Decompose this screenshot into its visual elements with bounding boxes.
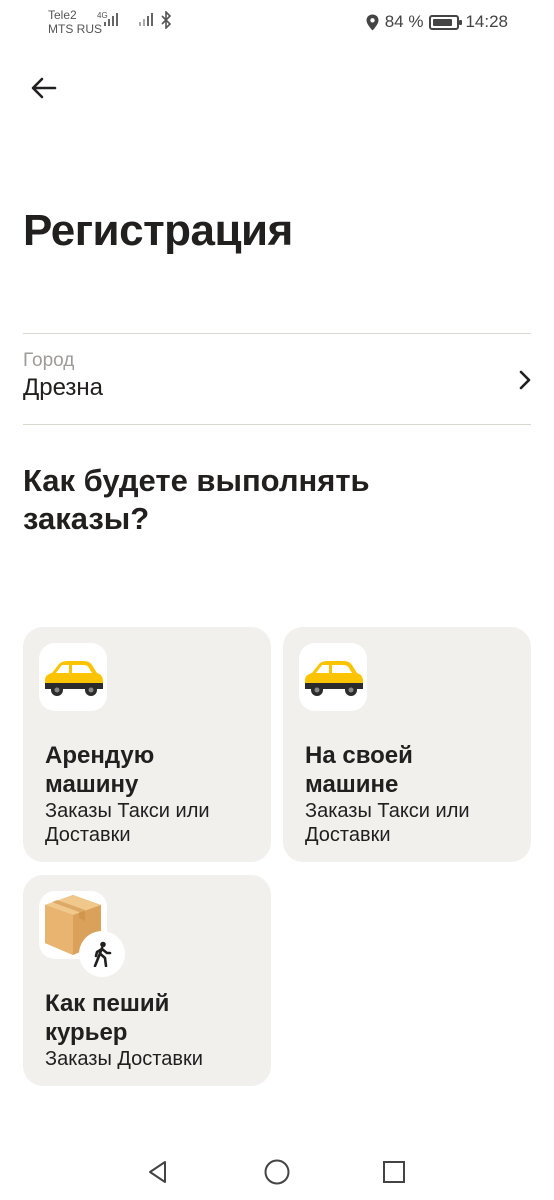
registration-screen: Tele2 MTS RUS 4G 84 % 14:28 Регистрация … [0, 0, 554, 1200]
option-card-foot-courier[interactable]: Как пеший курьер Заказы Доставки [23, 875, 271, 1086]
taxi-car-icon [39, 643, 107, 711]
carrier-2: MTS RUS [48, 22, 102, 36]
option-title: Арендую машину [45, 742, 155, 798]
back-triangle-icon[interactable] [140, 1154, 176, 1190]
divider [23, 333, 531, 334]
status-right: 84 % 14:28 [366, 12, 508, 32]
option-subtitle: Заказы Такси или Доставки [305, 800, 470, 846]
back-button[interactable] [22, 66, 66, 110]
city-label: Город [23, 350, 75, 371]
option-card-own-car[interactable]: На своей машине Заказы Такси или Доставк… [283, 627, 531, 862]
city-selector[interactable]: Город Дрезна [23, 336, 531, 424]
signal-icon [104, 13, 118, 26]
taxi-car-icon [299, 643, 367, 711]
battery-percent: 84 % [384, 12, 424, 31]
carrier-names: Tele2 MTS RUS [48, 8, 102, 36]
option-subtitle: Заказы Такси или Доставки [45, 800, 210, 846]
location-icon [366, 14, 379, 30]
status-time: 14:28 [465, 12, 508, 31]
option-card-rent-car[interactable]: Арендую машину Заказы Такси или Доставки [23, 627, 271, 862]
carrier-1: Tele2 [48, 8, 77, 22]
home-circle-icon[interactable] [259, 1154, 295, 1190]
option-title: На своей машине [305, 742, 413, 798]
divider [23, 424, 531, 425]
signal-icon [139, 13, 153, 26]
chevron-right-icon [519, 370, 531, 394]
bluetooth-icon [160, 10, 172, 33]
recents-square-icon[interactable] [376, 1154, 412, 1190]
arrow-left-icon [31, 77, 57, 99]
option-subtitle: Заказы Доставки [45, 1048, 203, 1070]
status-bar: Tele2 MTS RUS 4G 84 % 14:28 [0, 0, 554, 44]
page-title: Регистрация [23, 206, 293, 255]
battery-icon [429, 14, 463, 30]
city-value: Дрезна [23, 374, 104, 401]
system-nav-bar [0, 1140, 554, 1200]
walking-person-icon [79, 931, 125, 977]
option-title: Как пеший курьер [45, 990, 170, 1046]
question-heading: Как будете выполнять заказы? [23, 463, 370, 536]
